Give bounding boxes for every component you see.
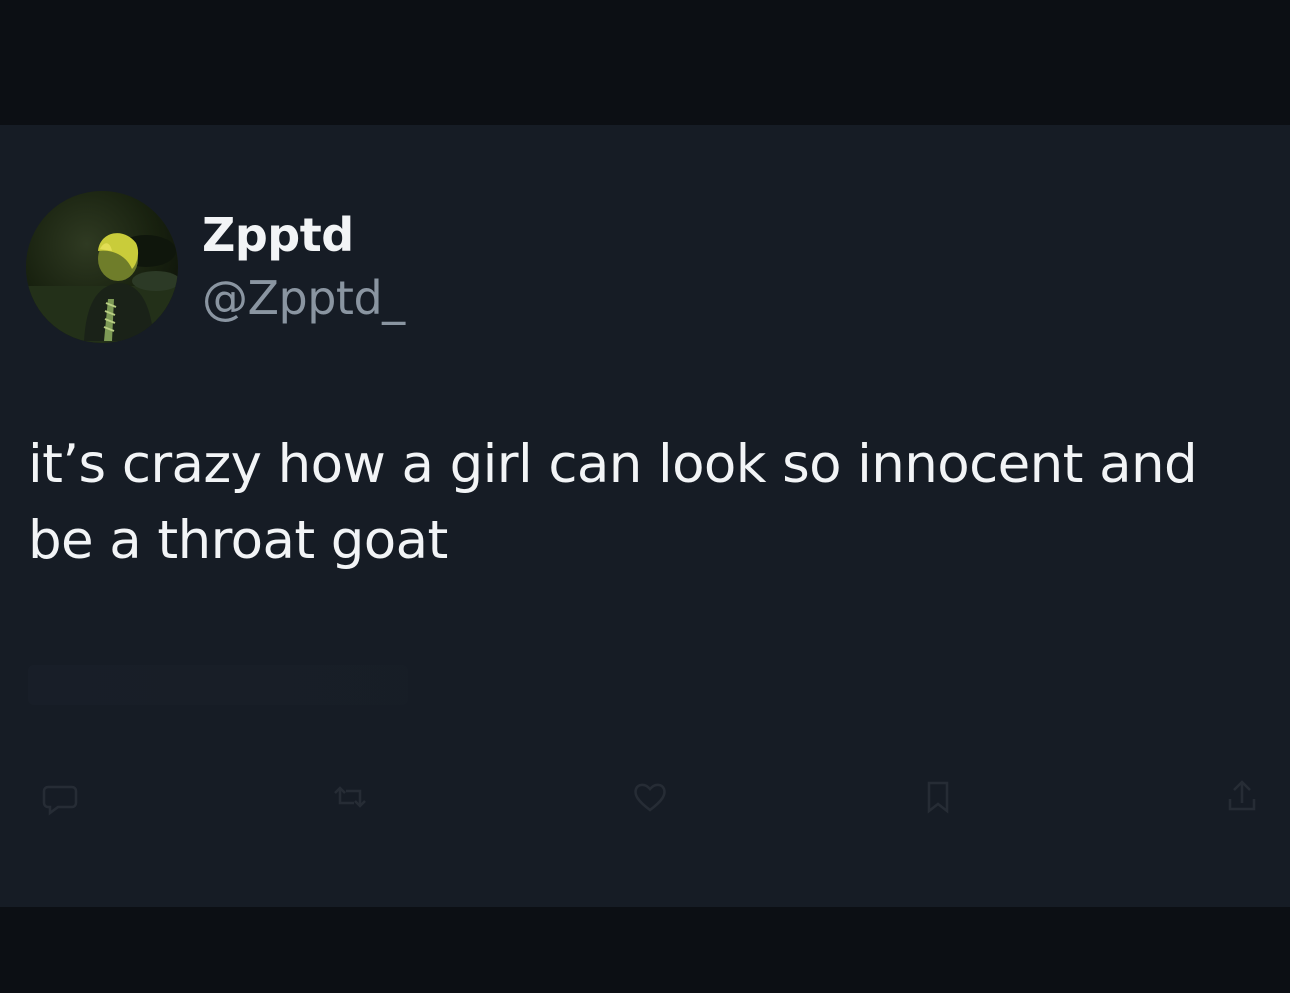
- tweet-meta-faded: [28, 665, 408, 705]
- reply-icon[interactable]: [40, 777, 80, 817]
- avatar[interactable]: [26, 191, 178, 343]
- bottom-letterbox: [0, 907, 1290, 993]
- share-icon[interactable]: [1222, 777, 1262, 817]
- avatar-image: [26, 191, 178, 343]
- display-name[interactable]: Zpptd: [202, 207, 354, 263]
- retweet-icon[interactable]: [330, 777, 370, 817]
- tweet-text: it’s crazy how a girl can look so innoce…: [28, 434, 1198, 571]
- action-bar: [0, 765, 1290, 825]
- top-letterbox: [0, 0, 1290, 125]
- user-handle[interactable]: @Zpptd_: [202, 270, 405, 326]
- like-icon[interactable]: [630, 777, 670, 817]
- bookmark-icon[interactable]: [918, 777, 958, 817]
- tweet-card: Zpptd @Zpptd_ it’s crazy how a girl can …: [0, 125, 1290, 907]
